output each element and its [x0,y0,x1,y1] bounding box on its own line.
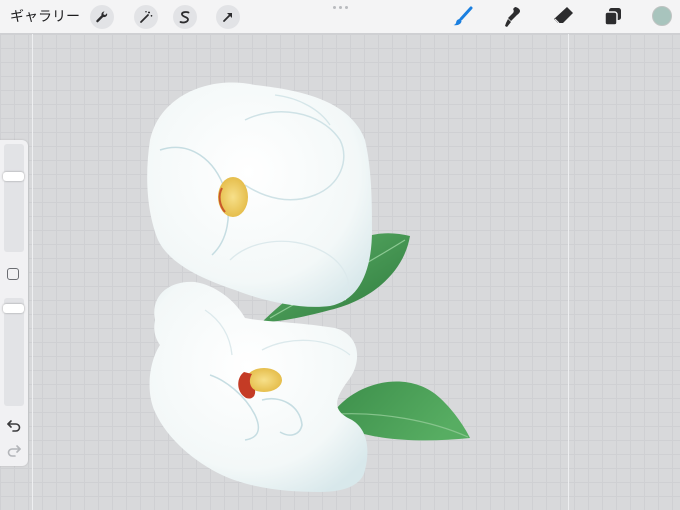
brush-size-slider[interactable] [3,144,24,252]
modify-button[interactable] [7,268,19,280]
redo-icon[interactable] [5,441,23,459]
brush-size-knob[interactable] [3,172,24,181]
opacity-slider[interactable] [3,298,24,406]
undo-icon[interactable] [5,416,23,434]
left-sidebar [0,140,28,466]
upper-stamen [218,177,248,217]
opacity-knob[interactable] [3,304,24,313]
magnolia-artwork [147,82,470,492]
upper-magnolia-flower [147,82,372,307]
lower-magnolia-flower [149,281,368,492]
